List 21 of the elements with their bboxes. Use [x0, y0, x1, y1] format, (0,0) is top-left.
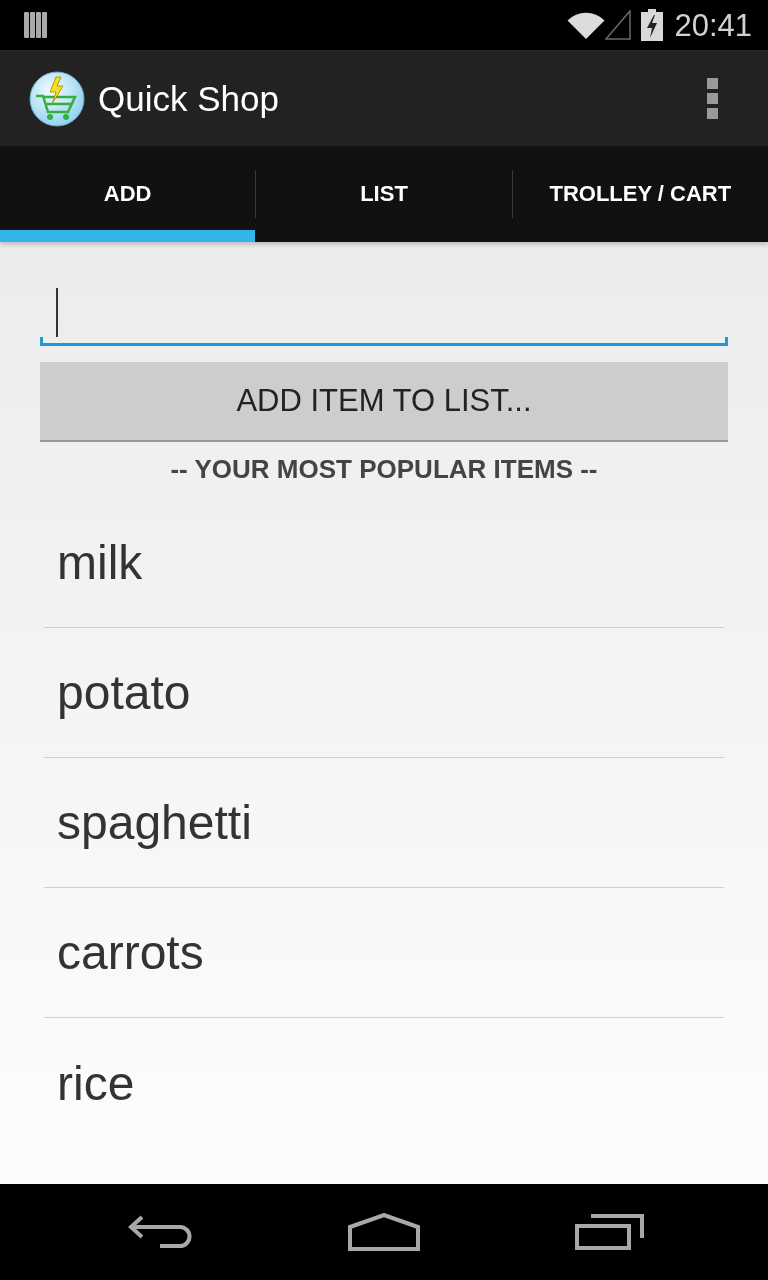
- signal-icon: [605, 10, 632, 40]
- home-icon[interactable]: [348, 1213, 420, 1251]
- tab[interactable]: LIST: [256, 146, 512, 242]
- app-title: Quick Shop: [98, 78, 279, 119]
- notification-bars-icon: [24, 12, 48, 38]
- add-item-button[interactable]: ADD ITEM TO LIST...: [40, 362, 728, 440]
- section-header: -- YOUR MOST POPULAR ITEMS --: [169, 453, 599, 485]
- popular-item[interactable]: rice: [44, 1018, 724, 1148]
- more-options-icon[interactable]: [707, 78, 718, 119]
- recent-apps-icon[interactable]: [575, 1214, 644, 1250]
- popular-item[interactable]: potato: [44, 628, 724, 758]
- popular-item[interactable]: milk: [44, 498, 724, 628]
- popular-item[interactable]: spaghetti: [44, 758, 724, 888]
- popular-item[interactable]: carrots: [44, 888, 724, 1018]
- cart-icon: [29, 70, 85, 127]
- battery-icon: [641, 9, 664, 41]
- back-icon[interactable]: [127, 1215, 193, 1249]
- wifi-icon: [567, 11, 606, 39]
- clock-time: 20:41: [674, 9, 752, 41]
- tab[interactable]: TROLLEY / CART: [512, 146, 768, 242]
- tab[interactable]: ADD: [0, 146, 256, 242]
